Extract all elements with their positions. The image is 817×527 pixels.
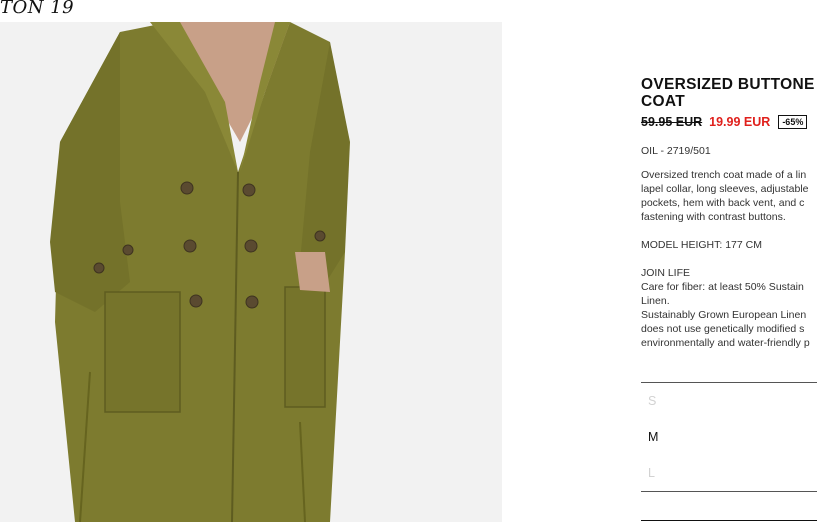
description-line: fastening with contrast buttons.: [641, 211, 786, 223]
add-to-cart-button[interactable]: [641, 520, 817, 527]
product-reference: OIL - 2719/501: [641, 145, 711, 157]
product-title: OVERSIZED BUTTONE COAT: [641, 76, 817, 110]
join-life-line: does not use genetically modified s: [641, 323, 805, 335]
product-title-line2: COAT: [641, 93, 685, 110]
discount-badge: -65%: [778, 115, 808, 129]
description-line: pockets, hem with back vent, and c: [641, 197, 805, 209]
size-selector: S M L: [641, 382, 817, 492]
product-description: Oversized trench coat made of a lin lape…: [641, 168, 817, 224]
join-life-line: environmentally and water-friendly p: [641, 337, 810, 349]
old-price: 59.95 EUR: [641, 115, 703, 129]
model-height: MODEL HEIGHT: 177 CM: [641, 239, 762, 251]
product-image[interactable]: [0, 22, 502, 522]
join-life-line: Linen.: [641, 295, 670, 307]
size-option-s[interactable]: S: [648, 394, 656, 408]
description-line: lapel collar, long sleeves, adjustable: [641, 183, 809, 195]
size-option-l[interactable]: L: [648, 466, 655, 480]
sale-price: 19.99 EUR: [709, 115, 771, 129]
description-line: Oversized trench coat made of a lin: [641, 169, 807, 181]
brand-logo[interactable]: TON 19: [0, 0, 74, 18]
product-title-line1: OVERSIZED BUTTONE: [641, 76, 815, 93]
join-life-section: JOIN LIFE Care for fiber: at least 50% S…: [641, 266, 817, 350]
product-info: OVERSIZED BUTTONE COAT 59.95 EUR 19.99 E…: [641, 76, 817, 350]
join-life-line: Care for fiber: at least 50% Sustain: [641, 281, 804, 293]
join-life-line: JOIN LIFE: [641, 267, 691, 279]
coat-photo: [0, 22, 502, 522]
price-row: 59.95 EUR 19.99 EUR -65%: [641, 115, 817, 129]
join-life-line: Sustainably Grown European Linen: [641, 309, 807, 321]
size-option-m[interactable]: M: [648, 430, 658, 444]
